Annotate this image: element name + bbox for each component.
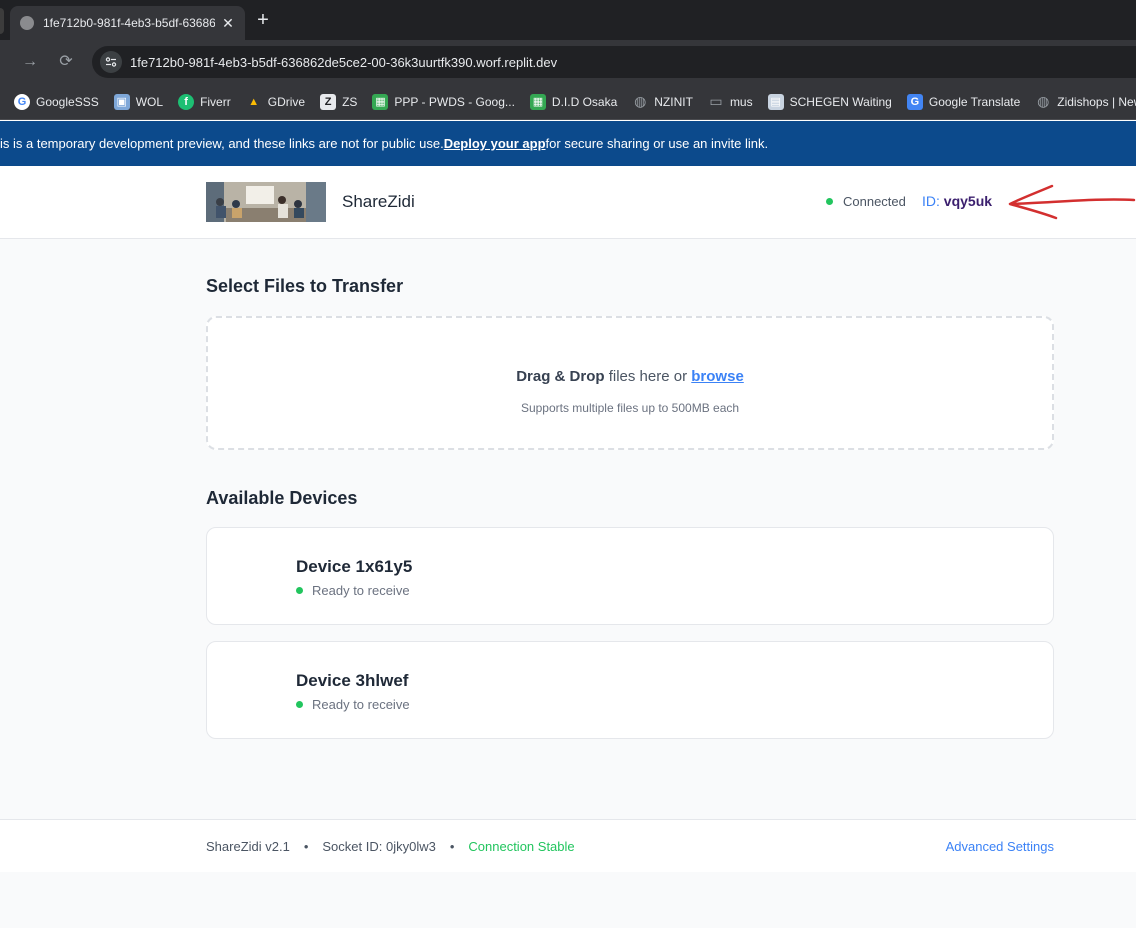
- bookmark-item[interactable]: ▲ GDrive: [246, 94, 305, 110]
- bookmark-label: D.I.D Osaka: [551, 94, 618, 109]
- advanced-settings-link[interactable]: Advanced Settings: [946, 839, 1054, 854]
- page-icon: ▣: [113, 93, 130, 110]
- bookmark-label: Fiverr: [200, 94, 231, 109]
- footer-separator: •: [303, 839, 309, 854]
- dropzone-drag-label: Drag & Drop: [516, 368, 605, 385]
- globe-icon: [20, 16, 34, 30]
- page-bottom-area: [0, 872, 1136, 928]
- dropzone-support-text: Supports multiple files up to 500MB each: [520, 401, 740, 415]
- google-icon: G: [14, 93, 30, 110]
- browser-tab-bar: 1fe712b0-981f-4eb3-b5df-636862de5ce2 ✕ +: [0, 0, 1136, 40]
- device-status: Ready to receive: [296, 583, 410, 598]
- bookmark-item[interactable]: f Fiverr: [178, 93, 231, 110]
- bookmark-item[interactable]: G GoogleSSS: [14, 93, 99, 110]
- zs-icon: Z: [320, 93, 337, 110]
- close-icon[interactable]: ✕: [221, 15, 235, 32]
- bookmark-item[interactable]: ▣ WOL: [113, 93, 164, 110]
- peer-id-value: vqy5uk: [943, 193, 993, 209]
- url-text: 1fe712b0-981f-4eb3-b5df-636862de5ce2-00-…: [130, 54, 558, 70]
- bookmarks-bar: G GoogleSSS ▣ WOL f Fiverr ▲ GDrive Z ZS ▦ PPP - PW…: [0, 84, 1136, 120]
- deploy-app-link[interactable]: Deploy your app: [444, 136, 546, 151]
- sheets-icon: ▦: [372, 93, 389, 110]
- address-bar[interactable]: 1fe712b0-981f-4eb3-b5df-636862de5ce2-00-…: [92, 46, 1136, 78]
- bookmark-label: GoogleSSS: [36, 94, 99, 109]
- bookmark-item[interactable]: G Google Translate: [906, 93, 1021, 110]
- connection-status-label: Connected: [843, 194, 906, 209]
- upload-section-title: Select Files to Transfer: [206, 276, 404, 296]
- status-dot-icon: [296, 701, 303, 708]
- sheets-icon: ▦: [529, 93, 546, 110]
- socket-id: Socket ID: 0jky0lw3: [322, 839, 436, 854]
- browser-toolbar: → ⟳ 1fe712b0-981f-4eb3-b5df-636862de5ce2…: [0, 40, 1136, 84]
- peer-id: ID: vqy5uk: [922, 193, 992, 209]
- status-dot-icon: [826, 198, 833, 205]
- doc-icon: ▤: [767, 93, 784, 110]
- connection-status: Connected: [826, 194, 906, 209]
- connection-stable-status: Connection Stable: [468, 839, 575, 854]
- footer-info: ShareZidi v2.1 • Socket ID: 0jky0lw3 • Conne…: [206, 839, 575, 854]
- fiverr-icon: f: [178, 93, 195, 110]
- forward-icon[interactable]: →: [20, 52, 40, 72]
- bookmark-label: mus: [729, 94, 753, 109]
- bookmark-label: WOL: [135, 94, 164, 109]
- bookmark-label: GDrive: [267, 94, 306, 109]
- globe-icon: ◍: [634, 93, 647, 109]
- device-status: Ready to receive: [296, 697, 410, 712]
- bookmark-item[interactable]: ▤ SCHEGEN Waiting: [767, 93, 892, 110]
- bookmark-item[interactable]: ▦ PPP - PWDS - Goog...: [372, 93, 515, 110]
- footer-separator: •: [449, 839, 455, 854]
- globe-icon: ◍: [1037, 93, 1050, 109]
- bookmark-label: PPP - PWDS - Goog...: [394, 94, 515, 109]
- banner-text-after: for secure sharing or use an invite link…: [545, 136, 769, 151]
- bookmark-item[interactable]: ▭ mus: [708, 93, 753, 110]
- tab-title: 1fe712b0-981f-4eb3-b5df-636862de5ce2: [43, 16, 215, 30]
- previous-tab-edge[interactable]: [0, 8, 4, 34]
- brand-name: ShareZidi: [342, 192, 415, 211]
- site-settings-icon[interactable]: [100, 51, 122, 73]
- app-footer: ShareZidi v2.1 • Socket ID: 0jky0lw3 • Conne…: [0, 819, 1136, 872]
- devices-section-title: Available Devices: [206, 488, 358, 508]
- app-header: ShareZidi Connected ID: vqy5uk: [0, 166, 1136, 239]
- bookmark-item[interactable]: Z ZS: [320, 93, 358, 110]
- bookmark-item[interactable]: ◍ Zidishops | New: [1035, 93, 1136, 110]
- app-version: ShareZidi v2.1: [206, 839, 290, 854]
- device-status-label: Ready to receive: [312, 697, 410, 712]
- bookmark-label: Zidishops | New: [1057, 94, 1136, 109]
- bookmark-label: NZINIT: [654, 94, 693, 109]
- peer-id-label: ID:: [922, 193, 940, 209]
- dropzone-text: files here or: [604, 368, 692, 385]
- annotation-arrow-icon: [1008, 184, 1136, 220]
- browser-tab-active[interactable]: 1fe712b0-981f-4eb3-b5df-636862de5ce2 ✕: [10, 6, 245, 40]
- file-dropzone[interactable]: Drag & Drop files here or browse Support…: [206, 316, 1054, 450]
- bookmark-label: ZS: [342, 94, 358, 109]
- bookmark-label: Google Translate: [928, 94, 1021, 109]
- bookmark-item[interactable]: ▦ D.I.D Osaka: [529, 93, 618, 110]
- dropzone-instructions: Drag & Drop files here or browse: [208, 368, 1052, 385]
- banner-text: is is a temporary development preview, a…: [0, 136, 444, 151]
- translate-icon: G: [906, 93, 923, 110]
- browse-link[interactable]: browse: [691, 368, 744, 385]
- new-tab-button[interactable]: +: [254, 9, 272, 31]
- device-status-label: Ready to receive: [312, 583, 410, 598]
- brand-logo-image: [206, 182, 326, 222]
- reload-icon[interactable]: ⟳: [56, 52, 76, 72]
- folder-icon: ▭: [709, 93, 723, 109]
- device-name: Device 1x61y5: [296, 557, 413, 576]
- drive-icon: ▲: [248, 95, 260, 108]
- status-dot-icon: [296, 587, 303, 594]
- dev-preview-banner: is is a temporary development preview, a…: [0, 121, 1136, 166]
- device-card[interactable]: Device 1x61y5 Ready to receive: [206, 527, 1054, 625]
- bookmark-label: SCHEGEN Waiting: [789, 94, 892, 109]
- device-card[interactable]: Device 3hlwef Ready to receive: [206, 641, 1054, 739]
- device-name: Device 3hlwef: [296, 671, 409, 690]
- bookmark-item[interactable]: ◍ NZINIT: [632, 93, 693, 110]
